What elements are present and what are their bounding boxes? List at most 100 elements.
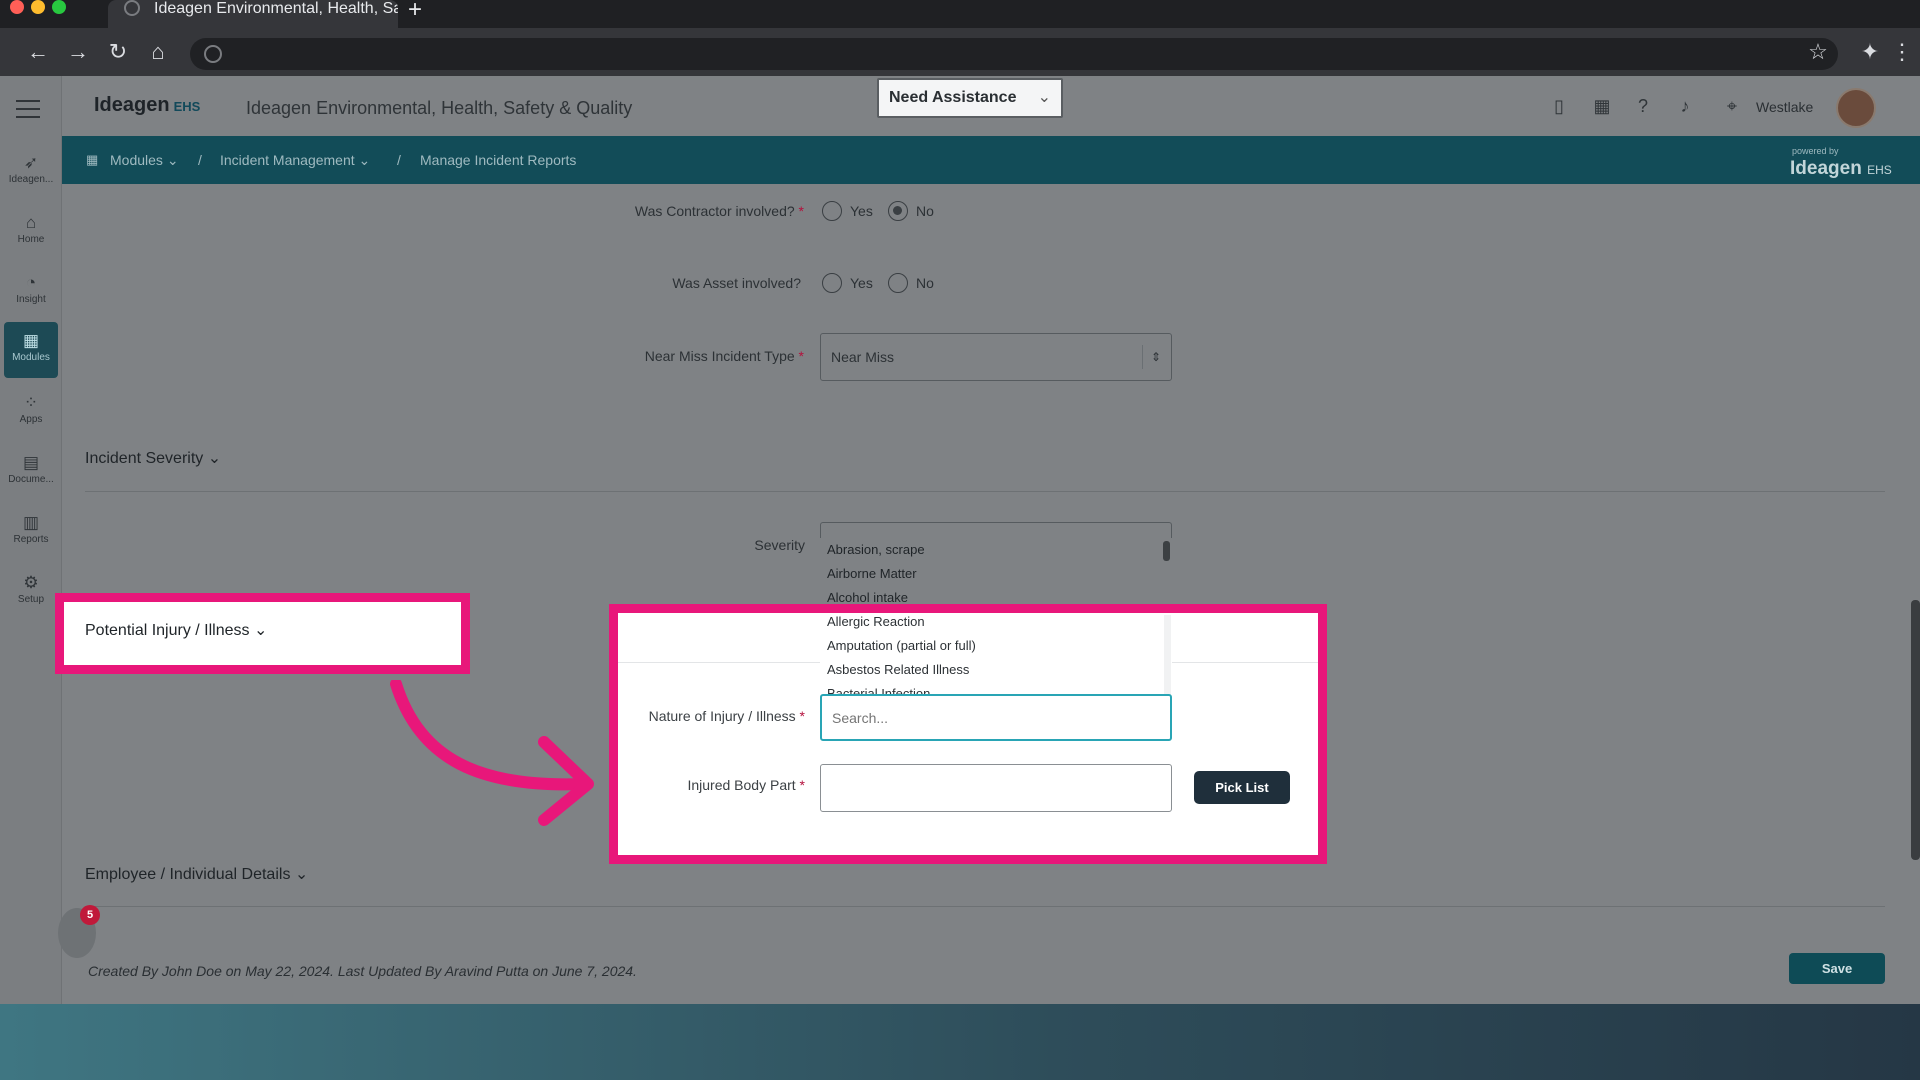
contractor-no-radio[interactable] [888, 201, 908, 221]
chevron-down-icon: ⌄ [1037, 89, 1051, 106]
bell-icon[interactable]: ♪ [1673, 94, 1697, 118]
asset-yes-radio[interactable] [822, 273, 842, 293]
avatar[interactable] [1836, 88, 1876, 128]
page-scrollbar[interactable] [1911, 600, 1920, 860]
logo-text: Ideagen [94, 94, 170, 116]
extensions-icon[interactable]: ✦ [1856, 38, 1884, 66]
star-icon[interactable]: ☆ [1804, 38, 1832, 66]
maximize-window-icon[interactable] [52, 0, 66, 14]
powered-logo-sub: EHS [1867, 163, 1892, 177]
powered-logo: Ideagen EHS [1790, 158, 1892, 180]
nature-search-input[interactable] [820, 694, 1172, 741]
incident-severity-section[interactable]: Incident Severity ⌄ [85, 448, 221, 468]
need-assistance-dropdown[interactable]: Need Assistance ⌄ [877, 78, 1063, 118]
modules-grid-icon: ▦ [86, 152, 99, 167]
chevron-down-icon: ⌄ [358, 152, 371, 168]
chevron-down-icon: ⌄ [253, 622, 268, 639]
contractor-yes-radio[interactable] [822, 201, 842, 221]
label-text: Near Miss Incident Type [644, 348, 795, 364]
crumb-text: Modules [110, 152, 163, 168]
assist-label: Need Assistance [889, 89, 1017, 106]
list-item[interactable]: Airborne Matter [820, 562, 1164, 586]
near-miss-label: Near Miss Incident Type * [560, 348, 804, 364]
minimize-window-icon[interactable] [31, 0, 45, 14]
required-mark: * [798, 203, 804, 219]
contractor-label: Was Contractor involved? * [560, 203, 804, 219]
rail-item-reports[interactable]: ▥ Reports [4, 504, 58, 560]
pick-list-button[interactable]: Pick List [1194, 771, 1290, 804]
list-item[interactable]: Allergic Reaction [820, 615, 1164, 634]
chevron-down-icon: ⌄ [294, 866, 309, 883]
yes-label: Yes [850, 203, 873, 219]
nature-dropdown-visible[interactable]: Abrasion, scrape Airborne Matter Alcohol… [820, 615, 1172, 697]
menu-dots-icon[interactable]: ⋮ [1888, 38, 1916, 66]
annotation-arrow-icon [390, 680, 594, 826]
notification-badge: 5 [80, 905, 100, 925]
rail-label: Docume... [8, 474, 54, 485]
help-icon[interactable]: ? [1631, 94, 1655, 118]
list-item[interactable]: Asbestos Related Illness [820, 658, 1164, 682]
section-title: Potential Injury / Illness [85, 622, 250, 639]
label-text: Was Contractor involved? [634, 203, 795, 219]
near-miss-select[interactable]: Near Miss ⇕ [820, 333, 1172, 381]
address-bar[interactable] [190, 38, 1838, 70]
mobile-icon[interactable]: ▯ [1547, 94, 1571, 118]
dropdown-scrollbar[interactable] [1163, 541, 1170, 561]
rail-label: Home [17, 234, 45, 245]
ideagen-logo[interactable]: Ideagen EHS [94, 94, 200, 117]
breadcrumb-manage-incident-reports[interactable]: Manage Incident Reports [420, 152, 576, 168]
breadcrumb-separator: / [198, 152, 202, 168]
body-part-label: Injured Body Part * [620, 777, 805, 793]
yes-label: Yes [850, 275, 873, 291]
employee-details-section[interactable]: Employee / Individual Details ⌄ [85, 864, 308, 884]
rail-label: Ideagen... [8, 174, 54, 185]
rail-item-ideagen[interactable]: ➶ Ideagen... [4, 144, 58, 200]
no-label: No [916, 203, 934, 219]
rail-item-modules[interactable]: ▦ Modules [4, 322, 58, 378]
logo-sub: EHS [173, 99, 201, 114]
home-icon[interactable]: ⌂ [144, 38, 172, 66]
gear-icon: ⚙ [23, 573, 39, 592]
list-item[interactable]: Abrasion, scrape [820, 538, 1164, 562]
forward-icon[interactable]: → [64, 38, 92, 66]
no-label: No [916, 275, 934, 291]
hamburger-menu-icon[interactable] [16, 100, 40, 118]
asset-no-radio[interactable] [888, 273, 908, 293]
rail-label: Apps [19, 414, 43, 425]
back-icon[interactable]: ← [24, 38, 52, 66]
browser-tab[interactable]: Ideagen Environmental, Health, Sa [108, 0, 398, 28]
rail-label: Insight [16, 294, 46, 305]
rail-item-apps[interactable]: ⁘ Apps [4, 384, 58, 440]
app-title: Ideagen Environmental, Health, Safety & … [246, 98, 633, 118]
rail-label: Modules [12, 352, 50, 363]
rail-item-documents[interactable]: ▤ Docume... [4, 444, 58, 500]
severity-label: Severity [754, 537, 805, 553]
tab-title: Ideagen Environmental, Health, Sa [154, 0, 398, 17]
potential-injury-section[interactable]: Potential Injury / Illness ⌄ [85, 620, 267, 640]
save-button[interactable]: Save [1789, 953, 1885, 984]
rail-label: Setup [17, 594, 45, 605]
new-tab-button[interactable]: + [408, 0, 422, 22]
nature-label: Nature of Injury / Illness * [620, 708, 805, 724]
location-label[interactable]: Westlake [1756, 99, 1813, 115]
breadcrumb-incident-management[interactable]: Incident Management ⌄ [220, 152, 370, 169]
modules-icon: ▦ [22, 331, 40, 350]
reload-icon[interactable]: ↻ [104, 38, 132, 66]
document-icon: ▤ [22, 453, 40, 472]
chevron-down-icon: ⌄ [166, 152, 179, 168]
body-part-field[interactable] [820, 764, 1172, 812]
rail-item-setup[interactable]: ⚙ Setup [4, 564, 58, 620]
home-icon: ⌂ [25, 213, 37, 232]
rail-item-home[interactable]: ⌂ Home [4, 204, 58, 260]
breadcrumb-modules[interactable]: Modules ⌄ [110, 152, 179, 169]
rail-item-insight[interactable]: ◔ Insight [4, 264, 58, 320]
select-value: Near Miss [831, 349, 895, 365]
location-pin-icon[interactable]: ⌖ [1720, 94, 1744, 118]
divider [85, 906, 1885, 907]
rail-label: Reports [13, 534, 49, 545]
apps-icon: ⁘ [23, 393, 39, 412]
label-text: Nature of Injury / Illness [648, 708, 796, 724]
list-item[interactable]: Amputation (partial or full) [820, 634, 1164, 658]
calendar-icon[interactable]: ▦ [1590, 94, 1614, 118]
close-window-icon[interactable] [10, 0, 24, 14]
